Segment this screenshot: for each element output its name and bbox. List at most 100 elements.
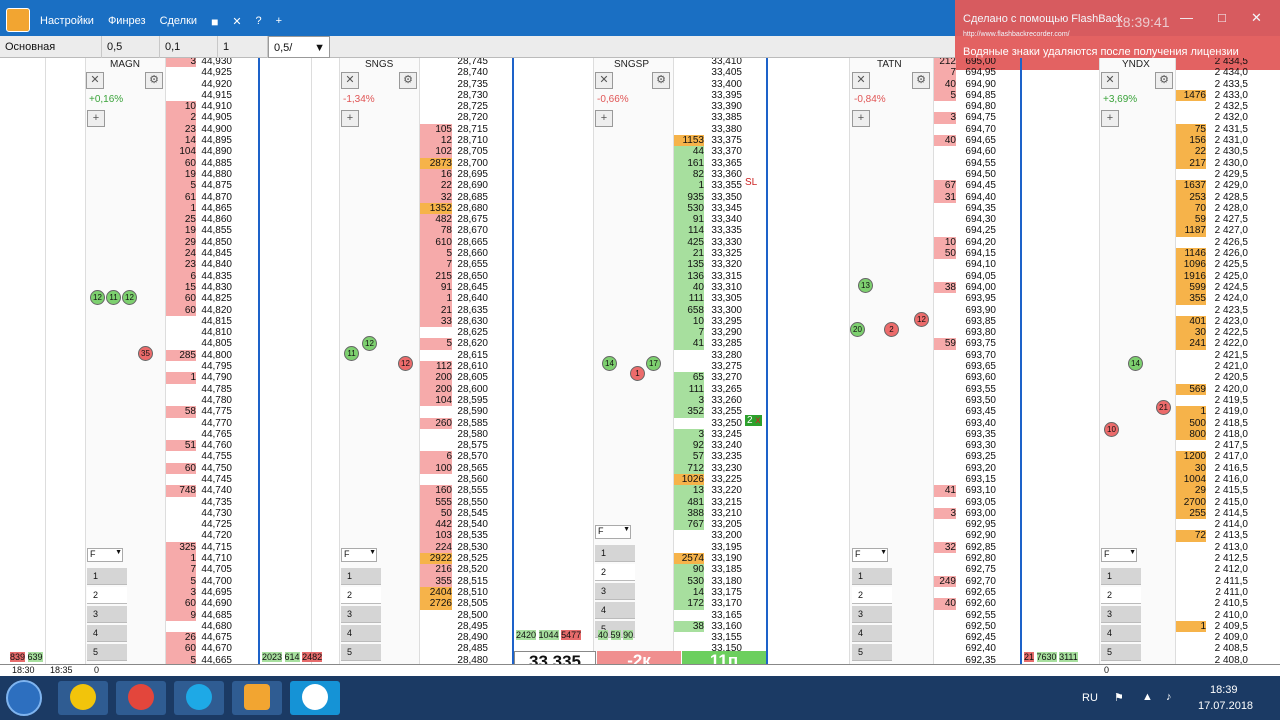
lot-size-5[interactable]: 5 (341, 644, 381, 661)
price-cell[interactable]: 44,730 (196, 508, 232, 519)
price-cell[interactable]: 693,40 (956, 418, 996, 429)
price-cell[interactable]: 28,505 (452, 598, 488, 609)
price-cell[interactable]: 693,75 (956, 338, 996, 349)
price-cell[interactable]: 44,685 (196, 610, 232, 621)
price-cell[interactable]: 33,275 (704, 361, 742, 372)
price-cell[interactable]: 44,915 (196, 90, 232, 101)
price-cell[interactable]: 2 433,0 (1206, 90, 1248, 101)
price-cell[interactable]: 28,670 (452, 225, 488, 236)
price-cell[interactable]: 28,705 (452, 146, 488, 157)
price-cell[interactable]: 694,30 (956, 214, 996, 225)
price-cell[interactable]: 28,520 (452, 564, 488, 575)
price-cell[interactable]: 2 426,0 (1206, 248, 1248, 259)
price-cell[interactable]: 692,65 (956, 587, 996, 598)
magn-close-icon[interactable]: ✕ (86, 72, 104, 89)
price-cell[interactable]: 28,635 (452, 305, 488, 316)
price-cell[interactable]: 33,235 (704, 451, 742, 462)
price-cell[interactable]: 44,760 (196, 440, 232, 451)
price-cell[interactable]: 28,560 (452, 474, 488, 485)
price-cell[interactable]: 33,185 (704, 564, 742, 575)
price-cell[interactable]: 2 432,5 (1206, 101, 1248, 112)
price-cell[interactable]: 2 411,0 (1206, 587, 1248, 598)
price-cell[interactable]: 33,190 (704, 553, 742, 564)
price-cell[interactable]: 2 418,5 (1206, 418, 1248, 429)
price-cell[interactable]: 44,910 (196, 101, 232, 112)
price-cell[interactable]: 33,245 (704, 429, 742, 440)
price-cell[interactable]: 2 408,5 (1206, 643, 1248, 654)
chat-icon[interactable]: ■ (211, 15, 218, 29)
lot-size-1[interactable]: 1 (595, 545, 635, 562)
magn-add-icon[interactable]: + (87, 110, 105, 127)
price-cell[interactable]: 694,15 (956, 248, 996, 259)
price-cell[interactable]: 33,400 (704, 79, 742, 90)
price-cell[interactable]: 44,670 (196, 643, 232, 654)
price-cell[interactable]: 28,740 (452, 67, 488, 78)
sngsp-close-icon[interactable]: ✕ (595, 72, 613, 89)
price-cell[interactable]: 44,880 (196, 169, 232, 180)
price-cell[interactable]: 44,795 (196, 361, 232, 372)
price-cell[interactable]: 692,55 (956, 610, 996, 621)
price-cell[interactable]: 2 429,0 (1206, 180, 1248, 191)
sngsp-filter[interactable]: F ▼ (595, 525, 631, 539)
volume-icon[interactable]: ♪ (1166, 691, 1172, 703)
price-cell[interactable]: 693,65 (956, 361, 996, 372)
price-cell[interactable]: 44,850 (196, 237, 232, 248)
price-cell[interactable]: 44,780 (196, 395, 232, 406)
price-cell[interactable]: 44,770 (196, 418, 232, 429)
price-cell[interactable]: 2 424,0 (1206, 293, 1248, 304)
price-cell[interactable]: 44,745 (196, 474, 232, 485)
lot-size-2[interactable]: 2 (341, 587, 381, 604)
price-cell[interactable]: 28,630 (452, 316, 488, 327)
price-cell[interactable]: 2 416,0 (1206, 474, 1248, 485)
price-cell[interactable]: 44,820 (196, 305, 232, 316)
price-cell[interactable]: 44,785 (196, 384, 232, 395)
price-cell[interactable]: 2 422,5 (1206, 327, 1248, 338)
price-cell[interactable]: 2 431,0 (1206, 135, 1248, 146)
price-cell[interactable]: 44,830 (196, 282, 232, 293)
network-icon[interactable]: ▲ (1142, 691, 1153, 703)
price-cell[interactable]: 28,660 (452, 248, 488, 259)
price-cell[interactable]: 692,50 (956, 621, 996, 632)
price-cell[interactable]: 694,35 (956, 203, 996, 214)
price-cell[interactable]: 2 410,5 (1206, 598, 1248, 609)
price-cell[interactable]: 692,90 (956, 530, 996, 541)
price-cell[interactable]: 692,75 (956, 564, 996, 575)
price-cell[interactable]: 33,175 (704, 587, 742, 598)
price-cell[interactable]: 693,95 (956, 293, 996, 304)
price-cell[interactable]: 44,710 (196, 553, 232, 564)
price-cell[interactable]: 694,00 (956, 282, 996, 293)
price-cell[interactable]: 694,40 (956, 192, 996, 203)
yndx-filter[interactable]: F ▼ (1101, 548, 1137, 562)
price-cell[interactable]: 28,535 (452, 530, 488, 541)
price-cell[interactable]: 28,490 (452, 632, 488, 643)
price-cell[interactable]: 44,750 (196, 463, 232, 474)
price-cell[interactable]: 33,270 (704, 372, 742, 383)
price-cell[interactable]: 694,65 (956, 135, 996, 146)
param-1[interactable]: 0,5 (102, 36, 160, 58)
price-cell[interactable]: 44,720 (196, 530, 232, 541)
price-cell[interactable]: 2 417,0 (1206, 451, 1248, 462)
price-cell[interactable]: 28,720 (452, 112, 488, 123)
lot-size-2[interactable]: 2 (87, 587, 127, 604)
price-cell[interactable]: 28,555 (452, 485, 488, 496)
price-cell[interactable]: 2 427,5 (1206, 214, 1248, 225)
price-cell[interactable]: 2 415,5 (1206, 485, 1248, 496)
price-cell[interactable]: 44,905 (196, 112, 232, 123)
price-cell[interactable]: 694,50 (956, 169, 996, 180)
yndx-add-icon[interactable]: + (1101, 110, 1119, 127)
help-button[interactable]: ? (256, 15, 262, 29)
sngsp-settings-icon[interactable]: ⚙ (652, 72, 670, 89)
price-cell[interactable]: 2 423,0 (1206, 316, 1248, 327)
price-cell[interactable]: 33,320 (704, 259, 742, 270)
price-cell[interactable]: 33,155 (704, 632, 742, 643)
price-cell[interactable]: 693,85 (956, 316, 996, 327)
price-cell[interactable]: 33,240 (704, 440, 742, 451)
price-cell[interactable]: 33,225 (704, 474, 742, 485)
price-cell[interactable]: 2 426,5 (1206, 237, 1248, 248)
price-cell[interactable]: 44,675 (196, 632, 232, 643)
price-cell[interactable]: 693,25 (956, 451, 996, 462)
price-cell[interactable]: 33,220 (704, 485, 742, 496)
price-cell[interactable]: 44,865 (196, 203, 232, 214)
price-cell[interactable]: 44,845 (196, 248, 232, 259)
price-cell[interactable]: 33,290 (704, 327, 742, 338)
